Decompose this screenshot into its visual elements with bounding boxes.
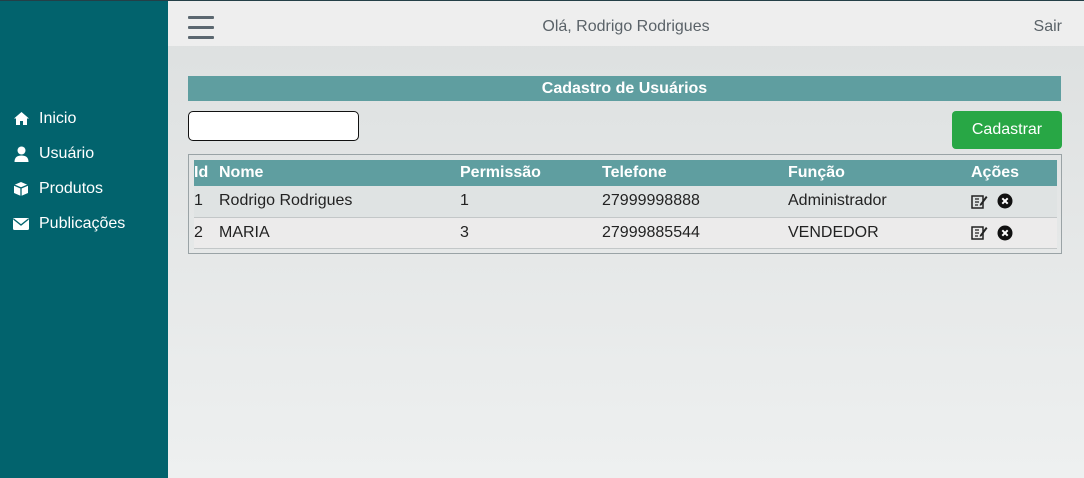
delete-icon[interactable] [997, 193, 1014, 209]
greeting-text: Olá, Rodrigo Rodrigues [542, 18, 710, 35]
column-header-funcao: Função [788, 160, 971, 186]
cell-acoes [971, 186, 1057, 218]
table-header-row: Id Nome Permissão Telefone Função Ações [194, 160, 1057, 186]
column-header-telefone: Telefone [602, 160, 788, 186]
sidebar-item-produtos[interactable]: Produtos [12, 171, 125, 206]
search-input[interactable] [188, 111, 359, 141]
main-content: Olá, Rodrigo Rodrigues Sair Cadastro de … [168, 0, 1084, 478]
logout-link[interactable]: Sair [1034, 18, 1062, 36]
table-row: 2 MARIA 3 27999885544 VENDEDOR [194, 217, 1057, 249]
sidebar-nav: Inicio Usuário Produtos Publicações [12, 101, 125, 241]
sidebar-item-usuario[interactable]: Usuário [12, 136, 125, 171]
column-header-acoes: Ações [971, 160, 1057, 186]
user-icon [12, 146, 30, 162]
box-icon [12, 181, 30, 197]
cell-telefone: 27999885544 [602, 217, 788, 249]
edit-icon[interactable] [971, 193, 988, 209]
sidebar-item-inicio[interactable]: Inicio [12, 101, 125, 136]
cell-acoes [971, 217, 1057, 249]
users-table: Id Nome Permissão Telefone Função Ações … [194, 160, 1057, 249]
sidebar-item-label: Produtos [39, 179, 104, 197]
cell-permissao: 3 [460, 217, 602, 249]
cell-funcao: VENDEDOR [788, 217, 971, 249]
top-bar: Olá, Rodrigo Rodrigues Sair [168, 0, 1084, 46]
envelope-icon [12, 216, 30, 232]
sidebar-item-publicacoes[interactable]: Publicações [12, 206, 125, 241]
sidebar-item-label: Inicio [39, 109, 77, 127]
column-header-nome: Nome [219, 160, 460, 186]
sidebar-item-label: Usuário [39, 144, 95, 162]
column-header-permissao: Permissão [460, 160, 602, 186]
edit-icon[interactable] [971, 225, 988, 241]
cell-nome: MARIA [219, 217, 460, 249]
cell-id: 2 [194, 217, 219, 249]
home-icon [12, 111, 30, 127]
cell-id: 1 [194, 186, 219, 218]
cell-permissao: 1 [460, 186, 602, 218]
column-header-id: Id [194, 160, 219, 186]
sidebar: Inicio Usuário Produtos Publicações [0, 0, 168, 478]
sidebar-item-label: Publicações [39, 214, 126, 232]
register-button[interactable]: Cadastrar [952, 111, 1062, 149]
page-title: Cadastro de Usuários [188, 76, 1061, 101]
delete-icon[interactable] [997, 225, 1014, 241]
users-table-container: Id Nome Permissão Telefone Função Ações … [188, 154, 1062, 254]
cell-funcao: Administrador [788, 186, 971, 218]
table-row: 1 Rodrigo Rodrigues 1 27999998888 Admini… [194, 186, 1057, 218]
cell-nome: Rodrigo Rodrigues [219, 186, 460, 218]
cell-telefone: 27999998888 [602, 186, 788, 218]
